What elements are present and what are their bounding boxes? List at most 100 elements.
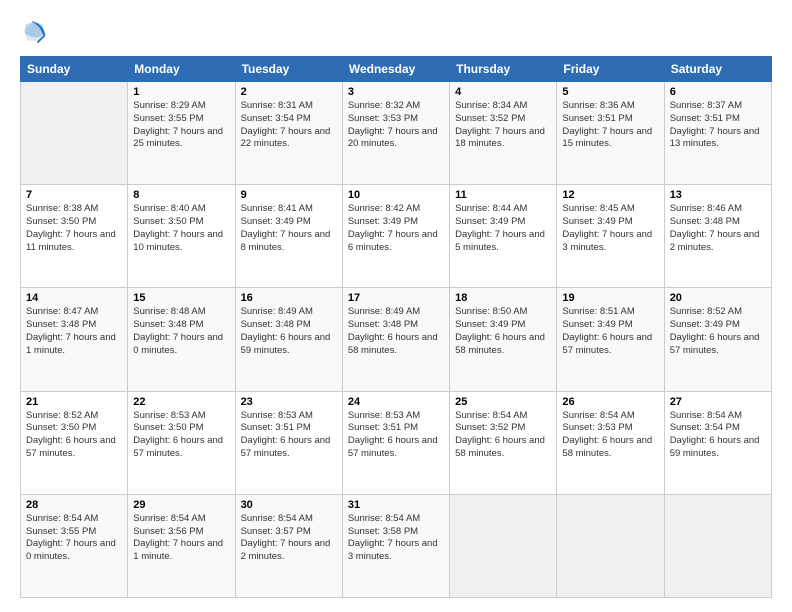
day-number: 15 <box>133 292 229 304</box>
day-number: 27 <box>670 396 766 408</box>
calendar-cell: 8 Sunrise: 8:40 AMSunset: 3:50 PMDaylight… <box>128 185 235 288</box>
day-number: 23 <box>241 396 337 408</box>
cell-info: Sunrise: 8:36 AMSunset: 3:51 PMDaylight:… <box>562 100 658 151</box>
day-number: 11 <box>455 189 551 201</box>
calendar-cell: 1 Sunrise: 8:29 AMSunset: 3:55 PMDaylight… <box>128 82 235 185</box>
weekday-header-row: SundayMondayTuesdayWednesdayThursdayFrid… <box>21 57 772 82</box>
logo-icon <box>20 18 48 46</box>
cell-info: Sunrise: 8:49 AMSunset: 3:48 PMDaylight:… <box>241 306 337 357</box>
calendar-cell: 20Sunrise: 8:52 AMSunset: 3:49 PMDayligh… <box>664 288 771 391</box>
header <box>20 18 772 46</box>
day-number: 24 <box>348 396 444 408</box>
logo <box>20 18 52 46</box>
day-number: 4 <box>455 86 551 98</box>
cell-info: Sunrise: 8:48 AMSunset: 3:48 PMDaylight:… <box>133 306 229 357</box>
cell-info: Sunrise: 8:45 AMSunset: 3:49 PMDaylight:… <box>562 203 658 254</box>
calendar-week-row: 21Sunrise: 8:52 AMSunset: 3:50 PMDayligh… <box>21 391 772 494</box>
cell-info: Sunrise: 8:54 AMSunset: 3:58 PMDaylight:… <box>348 513 444 564</box>
day-number: 29 <box>133 499 229 511</box>
page: SundayMondayTuesdayWednesdayThursdayFrid… <box>0 0 792 612</box>
cell-info: Sunrise: 8:37 AMSunset: 3:51 PMDaylight:… <box>670 100 766 151</box>
calendar-cell: 17Sunrise: 8:49 AMSunset: 3:48 PMDayligh… <box>342 288 449 391</box>
cell-info: Sunrise: 8:46 AMSunset: 3:48 PMDaylight:… <box>670 203 766 254</box>
weekday-header-thursday: Thursday <box>450 57 557 82</box>
calendar-cell: 31 Sunrise: 8:54 AMSunset: 3:58 PMDayligh… <box>342 494 449 597</box>
cell-info: Sunrise: 8:29 AMSunset: 3:55 PMDaylight:… <box>133 100 229 151</box>
calendar-cell: 11 Sunrise: 8:44 AMSunset: 3:49 PMDayligh… <box>450 185 557 288</box>
cell-info: Sunrise: 8:32 AMSunset: 3:53 PMDaylight:… <box>348 100 444 151</box>
cell-info: Sunrise: 8:31 AMSunset: 3:54 PMDaylight:… <box>241 100 337 151</box>
day-number: 13 <box>670 189 766 201</box>
calendar-cell: 26 Sunrise: 8:54 AMSunset: 3:53 PMDayligh… <box>557 391 664 494</box>
calendar-cell: 13 Sunrise: 8:46 AMSunset: 3:48 PMDayligh… <box>664 185 771 288</box>
calendar-cell: 29 Sunrise: 8:54 AMSunset: 3:56 PMDayligh… <box>128 494 235 597</box>
day-number: 19 <box>562 292 658 304</box>
calendar-cell: 27 Sunrise: 8:54 AMSunset: 3:54 PMDayligh… <box>664 391 771 494</box>
day-number: 20 <box>670 292 766 304</box>
calendar-cell: 23 Sunrise: 8:53 AMSunset: 3:51 PMDayligh… <box>235 391 342 494</box>
day-number: 9 <box>241 189 337 201</box>
weekday-header-monday: Monday <box>128 57 235 82</box>
calendar-cell <box>557 494 664 597</box>
calendar-cell: 3 Sunrise: 8:32 AMSunset: 3:53 PMDaylight… <box>342 82 449 185</box>
calendar-cell: 9 Sunrise: 8:41 AMSunset: 3:49 PMDaylight… <box>235 185 342 288</box>
day-number: 10 <box>348 189 444 201</box>
day-number: 1 <box>133 86 229 98</box>
day-number: 12 <box>562 189 658 201</box>
calendar-cell: 14 Sunrise: 8:47 AMSunset: 3:48 PMDayligh… <box>21 288 128 391</box>
cell-info: Sunrise: 8:42 AMSunset: 3:49 PMDaylight:… <box>348 203 444 254</box>
cell-info: Sunrise: 8:54 AMSunset: 3:53 PMDaylight:… <box>562 410 658 461</box>
calendar-week-row: 28Sunrise: 8:54 AMSunset: 3:55 PMDayligh… <box>21 494 772 597</box>
cell-info: Sunrise: 8:49 AMSunset: 3:48 PMDaylight:… <box>348 306 444 357</box>
cell-info: Sunrise: 8:53 AMSunset: 3:51 PMDaylight:… <box>241 410 337 461</box>
calendar-cell: 25 Sunrise: 8:54 AMSunset: 3:52 PMDayligh… <box>450 391 557 494</box>
day-number: 3 <box>348 86 444 98</box>
calendar-cell: 7Sunrise: 8:38 AMSunset: 3:50 PMDaylight… <box>21 185 128 288</box>
day-number: 6 <box>670 86 766 98</box>
weekday-header-saturday: Saturday <box>664 57 771 82</box>
day-number: 25 <box>455 396 551 408</box>
calendar-table: SundayMondayTuesdayWednesdayThursdayFrid… <box>20 56 772 598</box>
calendar-cell: 18 Sunrise: 8:50 AMSunset: 3:49 PMDayligh… <box>450 288 557 391</box>
cell-info: Sunrise: 8:53 AMSunset: 3:51 PMDaylight:… <box>348 410 444 461</box>
cell-info: Sunrise: 8:52 AMSunset: 3:50 PMDaylight:… <box>26 410 122 461</box>
day-number: 22 <box>133 396 229 408</box>
calendar-cell: 15 Sunrise: 8:48 AMSunset: 3:48 PMDayligh… <box>128 288 235 391</box>
cell-info: Sunrise: 8:54 AMSunset: 3:56 PMDaylight:… <box>133 513 229 564</box>
calendar-cell: 21Sunrise: 8:52 AMSunset: 3:50 PMDayligh… <box>21 391 128 494</box>
cell-info: Sunrise: 8:41 AMSunset: 3:49 PMDaylight:… <box>241 203 337 254</box>
calendar-week-row: 7Sunrise: 8:38 AMSunset: 3:50 PMDaylight… <box>21 185 772 288</box>
day-number: 7 <box>26 189 122 201</box>
cell-info: Sunrise: 8:34 AMSunset: 3:52 PMDaylight:… <box>455 100 551 151</box>
calendar-cell: 12 Sunrise: 8:45 AMSunset: 3:49 PMDayligh… <box>557 185 664 288</box>
day-number: 14 <box>26 292 122 304</box>
day-number: 8 <box>133 189 229 201</box>
weekday-header-friday: Friday <box>557 57 664 82</box>
calendar-cell: 24 Sunrise: 8:53 AMSunset: 3:51 PMDayligh… <box>342 391 449 494</box>
calendar-cell: 5 Sunrise: 8:36 AMSunset: 3:51 PMDaylight… <box>557 82 664 185</box>
calendar-cell: 6 Sunrise: 8:37 AMSunset: 3:51 PMDaylight… <box>664 82 771 185</box>
calendar-cell <box>664 494 771 597</box>
calendar-cell: 16 Sunrise: 8:49 AMSunset: 3:48 PMDayligh… <box>235 288 342 391</box>
day-number: 28 <box>26 499 122 511</box>
cell-info: Sunrise: 8:54 AMSunset: 3:52 PMDaylight:… <box>455 410 551 461</box>
cell-info: Sunrise: 8:50 AMSunset: 3:49 PMDaylight:… <box>455 306 551 357</box>
cell-info: Sunrise: 8:40 AMSunset: 3:50 PMDaylight:… <box>133 203 229 254</box>
weekday-header-tuesday: Tuesday <box>235 57 342 82</box>
calendar-cell: 19Sunrise: 8:51 AMSunset: 3:49 PMDayligh… <box>557 288 664 391</box>
day-number: 5 <box>562 86 658 98</box>
day-number: 26 <box>562 396 658 408</box>
calendar-cell: 2Sunrise: 8:31 AMSunset: 3:54 PMDaylight… <box>235 82 342 185</box>
calendar-week-row: 14 Sunrise: 8:47 AMSunset: 3:48 PMDayligh… <box>21 288 772 391</box>
calendar-week-row: 1 Sunrise: 8:29 AMSunset: 3:55 PMDaylight… <box>21 82 772 185</box>
calendar-cell <box>450 494 557 597</box>
weekday-header-wednesday: Wednesday <box>342 57 449 82</box>
cell-info: Sunrise: 8:54 AMSunset: 3:57 PMDaylight:… <box>241 513 337 564</box>
day-number: 16 <box>241 292 337 304</box>
cell-info: Sunrise: 8:47 AMSunset: 3:48 PMDaylight:… <box>26 306 122 357</box>
day-number: 31 <box>348 499 444 511</box>
calendar-cell: 10 Sunrise: 8:42 AMSunset: 3:49 PMDayligh… <box>342 185 449 288</box>
day-number: 18 <box>455 292 551 304</box>
cell-info: Sunrise: 8:44 AMSunset: 3:49 PMDaylight:… <box>455 203 551 254</box>
cell-info: Sunrise: 8:54 AMSunset: 3:54 PMDaylight:… <box>670 410 766 461</box>
